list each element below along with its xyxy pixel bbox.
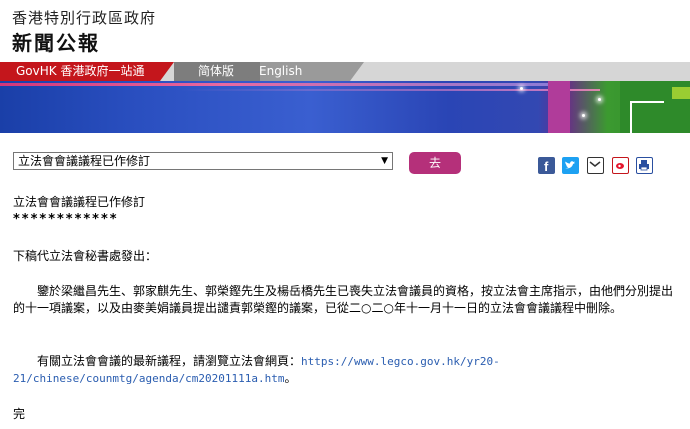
svg-text:f: f [544,159,549,174]
article-paragraph-2: 有關立法會會議的最新議程，請瀏覽立法會網頁：https://www.legco.… [13,353,678,387]
facebook-icon[interactable]: f [538,157,555,174]
sparkle-decoration [582,114,585,117]
press-release-title: 新聞公報 [12,31,100,55]
masthead: 香港特別行政區政府 新聞公報 [0,0,690,62]
weibo-icon[interactable] [612,157,629,174]
twitter-icon[interactable] [562,157,579,174]
english-link[interactable]: English [259,62,302,81]
govhk-link[interactable]: GovHK 香港政府一站通 [0,62,160,81]
sparkle-decoration [598,98,601,101]
email-icon[interactable] [587,157,604,174]
sparkle-decoration [520,87,523,90]
go-button[interactable]: 去 [409,152,461,174]
selector-value: 立法會會議議程已作修訂 [18,154,151,168]
simplified-chinese-link[interactable]: 简体版 [198,62,234,81]
top-navigation: GovHK 香港政府一站通 简体版 English [0,62,690,81]
article-paragraph-1: 鑒於梁繼昌先生、郭家麒先生、郭榮鏗先生及楊岳橋先生已喪失立法會議員的資格，按立法… [13,284,674,315]
paragraph-2-period: 。 [284,371,297,385]
title-underline-stars: ************ [13,212,119,227]
press-release-selector[interactable]: 立法會會議議程已作修訂 ▼ [13,152,393,170]
gov-name: 香港特別行政區政府 [12,9,157,27]
article-end-mark: 完 [13,407,26,421]
article-byline: 下稿代立法會秘書處發出： [13,249,158,263]
paragraph-2-text: 有關立法會會議的最新議程，請瀏覽立法會網頁： [37,354,302,368]
article-title: 立法會會議議程已作修訂 [13,195,146,209]
header-banner [0,81,690,133]
print-icon[interactable] [636,157,653,174]
dropdown-arrow-icon: ▼ [381,156,388,166]
